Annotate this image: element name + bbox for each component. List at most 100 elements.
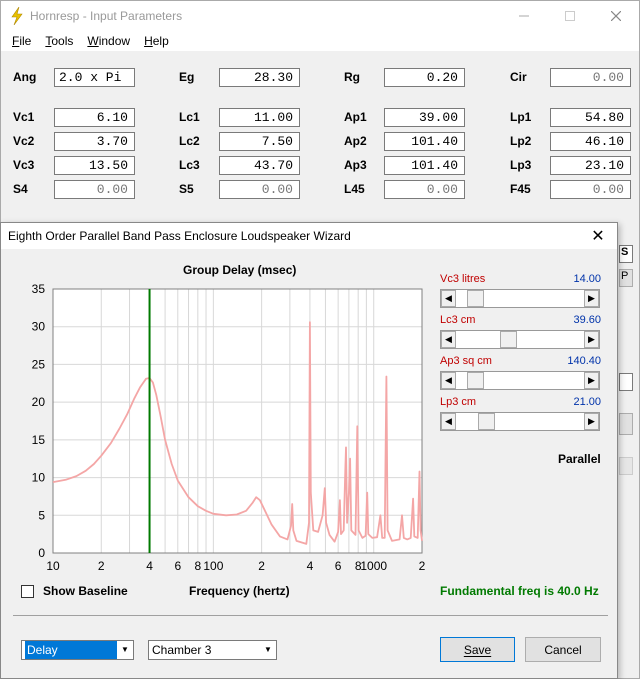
slider-thumb[interactable] — [478, 413, 495, 430]
cir-field[interactable]: 0.00 — [550, 68, 631, 87]
ap2-label: Ap2 — [344, 134, 367, 148]
y-tick-label: 15 — [32, 433, 46, 447]
vc2-label: Vc2 — [13, 134, 35, 148]
scroll-right-icon[interactable]: ▶ — [584, 372, 599, 389]
save-button-label: Save — [463, 642, 492, 657]
lp3-label: Lp3 — [510, 158, 532, 172]
chamber-select[interactable]: Chamber 3 ▼ — [148, 640, 277, 660]
save-button[interactable]: Save — [440, 637, 515, 662]
lc3-label: Lc3 — [179, 158, 200, 172]
parent-hidden-field-s[interactable]: S — [619, 245, 633, 263]
ap1-field[interactable]: 39.00 — [384, 108, 465, 127]
f45-field[interactable]: 0.00 — [550, 180, 631, 199]
mode-label: Parallel — [558, 452, 601, 466]
x-tick-label: 4 — [307, 559, 314, 573]
lp2-field[interactable]: 46.10 — [550, 132, 631, 151]
vc3-label: Vc3 — [13, 158, 35, 172]
vc1-field[interactable]: 6.10 — [54, 108, 135, 127]
y-tick-label: 35 — [32, 282, 46, 296]
chevron-down-icon[interactable]: ▼ — [260, 641, 276, 659]
x-tick-label: 6 — [174, 559, 181, 573]
x-tick-label: 2 — [98, 559, 105, 573]
menu-help[interactable]: Help — [137, 34, 176, 48]
maximize-icon — [565, 11, 575, 21]
slider-thumb[interactable] — [467, 290, 484, 307]
s4-field[interactable]: 0.00 — [54, 180, 135, 199]
slider-ap3-value: 140.40 — [567, 355, 601, 367]
cancel-button-label: Cancel — [544, 642, 582, 657]
x-tick-label: 4 — [146, 559, 153, 573]
slider-lp3[interactable]: ◀ ▶ — [440, 412, 600, 431]
ap2-field[interactable]: 101.40 — [384, 132, 465, 151]
slider-thumb[interactable] — [500, 331, 517, 348]
scroll-left-icon[interactable]: ◀ — [441, 331, 456, 348]
scroll-left-icon[interactable]: ◀ — [441, 413, 456, 430]
x-tick-label: 2 — [258, 559, 265, 573]
y-tick-label: 20 — [32, 395, 46, 409]
scroll-right-icon[interactable]: ▶ — [584, 331, 599, 348]
y-tick-label: 5 — [38, 508, 45, 522]
ap3-field[interactable]: 101.40 — [384, 156, 465, 175]
rg-field[interactable]: 0.20 — [384, 68, 465, 87]
lc2-label: Lc2 — [179, 134, 200, 148]
l45-label: L45 — [344, 182, 365, 196]
scroll-right-icon[interactable]: ▶ — [584, 290, 599, 307]
scroll-left-icon[interactable]: ◀ — [441, 372, 456, 389]
slider-thumb[interactable] — [467, 372, 484, 389]
x-tick-label: 100 — [203, 559, 223, 573]
lc3-field[interactable]: 43.70 — [219, 156, 300, 175]
y-tick-label: 0 — [38, 546, 45, 560]
scroll-right-icon[interactable]: ▶ — [584, 413, 599, 430]
show-baseline-checkbox[interactable] — [21, 585, 34, 598]
lp1-field[interactable]: 54.80 — [550, 108, 631, 127]
s5-field[interactable]: 0.00 — [219, 180, 300, 199]
slider-vc3-value: 14.00 — [573, 273, 601, 285]
x-tick-label: 6 — [335, 559, 342, 573]
maximize-button[interactable] — [547, 1, 593, 31]
view-select-value: Delay — [25, 641, 117, 659]
ang-field[interactable]: 2.0 x Pi — [54, 68, 135, 87]
lightning-bolt-icon — [11, 7, 23, 25]
x-tick-label: 2 — [419, 559, 426, 573]
view-select[interactable]: Delay ▼ — [21, 640, 134, 660]
x-tick-label: 8 — [194, 559, 201, 573]
f45-label: F45 — [510, 182, 531, 196]
show-baseline-label[interactable]: Show Baseline — [43, 584, 128, 598]
slider-vc3[interactable]: ◀ ▶ — [440, 289, 600, 308]
y-tick-label: 30 — [32, 320, 46, 334]
parent-close-button[interactable] — [593, 1, 639, 31]
l45-field[interactable]: 0.00 — [384, 180, 465, 199]
cancel-button[interactable]: Cancel — [525, 637, 601, 662]
ap3-label: Ap3 — [344, 158, 367, 172]
parent-hidden-button[interactable] — [619, 413, 633, 435]
parent-hidden-button-p[interactable]: P — [619, 269, 633, 287]
lc1-field[interactable]: 11.00 — [219, 108, 300, 127]
menu-tools[interactable]: Tools — [38, 34, 80, 48]
y-tick-label: 25 — [32, 357, 46, 371]
slider-ap3[interactable]: ◀ ▶ — [440, 371, 600, 390]
lc2-field[interactable]: 7.50 — [219, 132, 300, 151]
vc2-field[interactable]: 3.70 — [54, 132, 135, 151]
lp3-field[interactable]: 23.10 — [550, 156, 631, 175]
minimize-button[interactable] — [501, 1, 547, 31]
scroll-left-icon[interactable]: ◀ — [441, 290, 456, 307]
chevron-down-icon[interactable]: ▼ — [117, 641, 133, 659]
vc3-field[interactable]: 13.50 — [54, 156, 135, 175]
slider-ap3-label: Ap3 sq cm — [440, 355, 492, 367]
minimize-icon — [519, 15, 529, 17]
close-icon — [611, 11, 621, 21]
s4-label: S4 — [13, 182, 28, 196]
chamber-select-value: Chamber 3 — [152, 643, 212, 657]
fundamental-frequency: Fundamental freq is 40.0 Hz — [440, 584, 599, 598]
lp1-label: Lp1 — [510, 110, 532, 124]
eg-field[interactable]: 28.30 — [219, 68, 300, 87]
slider-lp3-label: Lp3 cm — [440, 396, 477, 408]
slider-lc3[interactable]: ◀ ▶ — [440, 330, 600, 349]
menu-window[interactable]: Window — [80, 34, 137, 48]
divider — [13, 615, 608, 616]
slider-lp3-value: 21.00 — [573, 396, 601, 408]
parent-hidden-field[interactable] — [619, 373, 633, 391]
slider-lc3-value: 39.60 — [573, 314, 601, 326]
vc1-label: Vc1 — [13, 110, 35, 124]
menu-file[interactable]: File — [5, 34, 38, 48]
